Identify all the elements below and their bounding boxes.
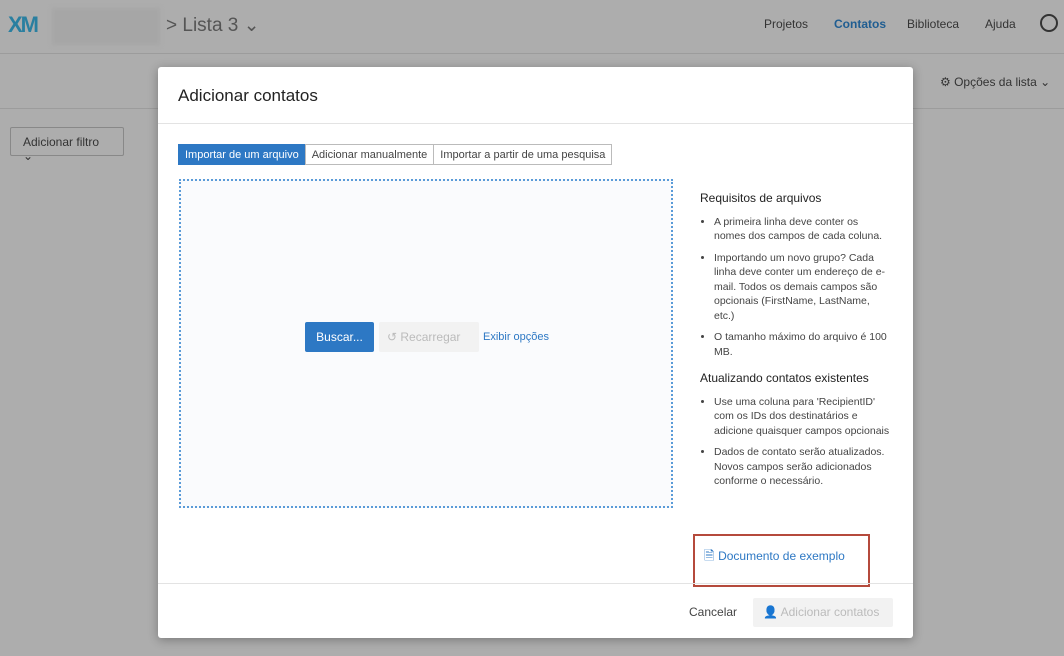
breadcrumb-list[interactable]: > Lista 3 ⌄	[166, 14, 260, 37]
reload-label: Recarregar	[400, 330, 461, 344]
tab-import-file[interactable]: Importar de um arquivo	[178, 144, 306, 165]
reload-icon: ↺	[387, 330, 401, 344]
cancel-button[interactable]: Cancelar	[689, 605, 737, 619]
list-item: Use uma coluna para 'RecipientID' com os…	[714, 395, 890, 439]
divider	[158, 583, 913, 584]
list-item: Importando um novo grupo? Cada linha dev…	[714, 251, 890, 324]
list-item: O tamanho máximo do arquivo é 100 MB.	[714, 330, 890, 359]
nav-biblioteca[interactable]: Biblioteca	[907, 17, 959, 31]
tab-import-survey[interactable]: Importar a partir de uma pesquisa	[433, 144, 613, 165]
update-title: Atualizando contatos existentes	[700, 371, 869, 385]
browse-button[interactable]: Buscar...	[305, 322, 374, 352]
file-drop-zone[interactable]: Buscar... ↺ Recarregar Exibir opções	[179, 179, 673, 508]
requirements-title: Requisitos de arquivos	[700, 191, 822, 205]
sample-document-link[interactable]: 🗎 Documento de exemplo	[693, 534, 870, 587]
nav-projetos[interactable]: Projetos	[764, 17, 808, 31]
list-item: A primeira linha deve conter os nomes do…	[714, 215, 890, 244]
requirements-panel: Requisitos de arquivos A primeira linha …	[700, 191, 890, 501]
divider	[158, 123, 913, 124]
gear-icon: ⚙	[940, 75, 955, 89]
sample-label: Documento de exemplo	[718, 549, 845, 563]
add-label: Adicionar contatos	[780, 605, 880, 619]
xm-logo[interactable]: XM	[8, 12, 39, 38]
dialog-title: Adicionar contatos	[178, 86, 318, 105]
nav-ajuda[interactable]: Ajuda	[985, 17, 1016, 31]
blurred-project-name	[52, 8, 160, 45]
show-options-link[interactable]: Exibir opções	[483, 331, 549, 343]
add-contacts-dialog: Adicionar contatos Importar de um arquiv…	[158, 67, 913, 638]
tabs: Importar de um arquivo Adicionar manualm…	[178, 144, 613, 165]
list-options-button[interactable]: ⚙ Opções da lista ⌄	[940, 75, 1050, 89]
user-icon[interactable]	[1040, 14, 1058, 32]
document-icon: 🗎	[704, 548, 719, 563]
add-filter-button[interactable]: Adicionar filtro ⌄	[10, 127, 124, 163]
reload-button[interactable]: ↺ Recarregar	[379, 322, 479, 352]
top-bar: XM > Lista 3 ⌄ Projetos Contatos Bibliot…	[0, 0, 1064, 54]
list-item: Dados de contato serão atualizados. Novo…	[714, 445, 890, 489]
add-user-icon: 👤	[763, 605, 781, 619]
list-options-label: Opções da lista ⌄	[954, 75, 1051, 89]
nav-contatos[interactable]: Contatos	[834, 17, 886, 31]
add-contacts-button[interactable]: 👤 Adicionar contatos	[753, 598, 893, 627]
tab-add-manually[interactable]: Adicionar manualmente	[304, 144, 435, 165]
